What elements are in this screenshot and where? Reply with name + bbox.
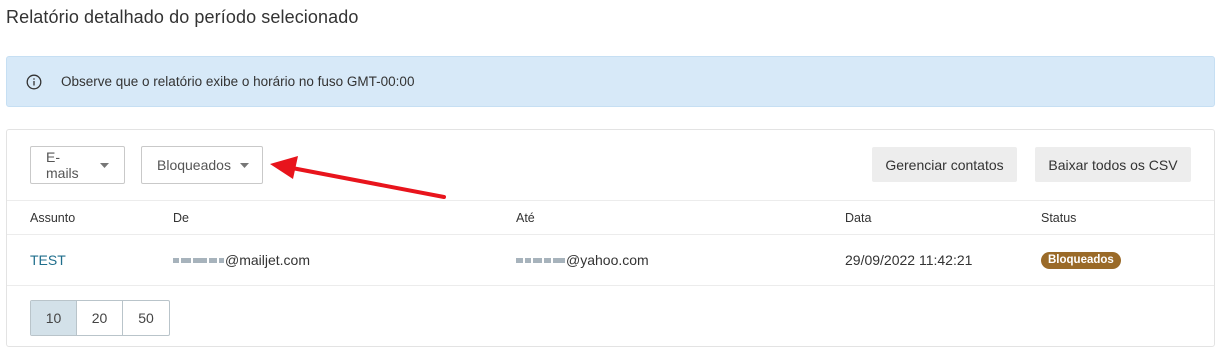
caret-down-icon <box>239 162 249 168</box>
message-type-filter-dropdown[interactable]: E-mails <box>30 146 125 184</box>
redacted-sender-name <box>173 257 224 263</box>
from-cell: @mailjet.com <box>173 235 310 285</box>
status-filter-dropdown[interactable]: Bloqueados <box>141 146 263 184</box>
status-filter-label: Bloqueados <box>157 157 231 173</box>
report-page: Relatório detalhado do período seleciona… <box>0 0 1222 355</box>
page-size-option-50[interactable]: 50 <box>123 301 169 335</box>
download-all-csv-button[interactable]: Baixar todos os CSV <box>1035 147 1191 182</box>
page-size-option-20[interactable]: 20 <box>77 301 123 335</box>
notice-text: Observe que o relatório exibe o horário … <box>61 74 415 89</box>
column-header-status: Status <box>1041 210 1077 225</box>
date-cell: 29/09/2022 11:42:21 <box>845 252 973 268</box>
table-header: Assunto De Até Data Status <box>7 200 1214 235</box>
column-header-subject: Assunto <box>30 210 76 225</box>
manage-contacts-button[interactable]: Gerenciar contatos <box>872 147 1017 182</box>
status-cell: Bloqueados <box>1041 235 1121 285</box>
column-header-date: Data <box>845 210 872 225</box>
from-address: @mailjet.com <box>225 252 311 268</box>
table-row: TEST @mailjet.com @yahoo.com 29/09/2022 … <box>7 235 1214 286</box>
report-panel: E-mails Bloqueados Gerenciar contatos Ba… <box>6 129 1215 347</box>
caret-down-icon <box>100 162 109 168</box>
page-size-option-10[interactable]: 10 <box>31 301 77 335</box>
page-title: Relatório detalhado do período seleciona… <box>6 7 359 27</box>
timezone-notice: Observe que o relatório exibe o horário … <box>6 56 1215 107</box>
page-size-selector: 10 20 50 <box>30 300 170 336</box>
subject-link[interactable]: TEST <box>30 252 66 268</box>
status-badge: Bloqueados <box>1041 251 1121 269</box>
info-icon <box>26 74 42 90</box>
redacted-recipient-name <box>516 257 565 263</box>
column-header-to: Até <box>516 210 535 225</box>
message-type-filter-label: E-mails <box>46 149 79 181</box>
column-header-from: De <box>173 210 189 225</box>
subject-cell: TEST <box>30 235 66 285</box>
to-address: @yahoo.com <box>566 252 649 268</box>
to-cell: @yahoo.com <box>516 235 649 285</box>
